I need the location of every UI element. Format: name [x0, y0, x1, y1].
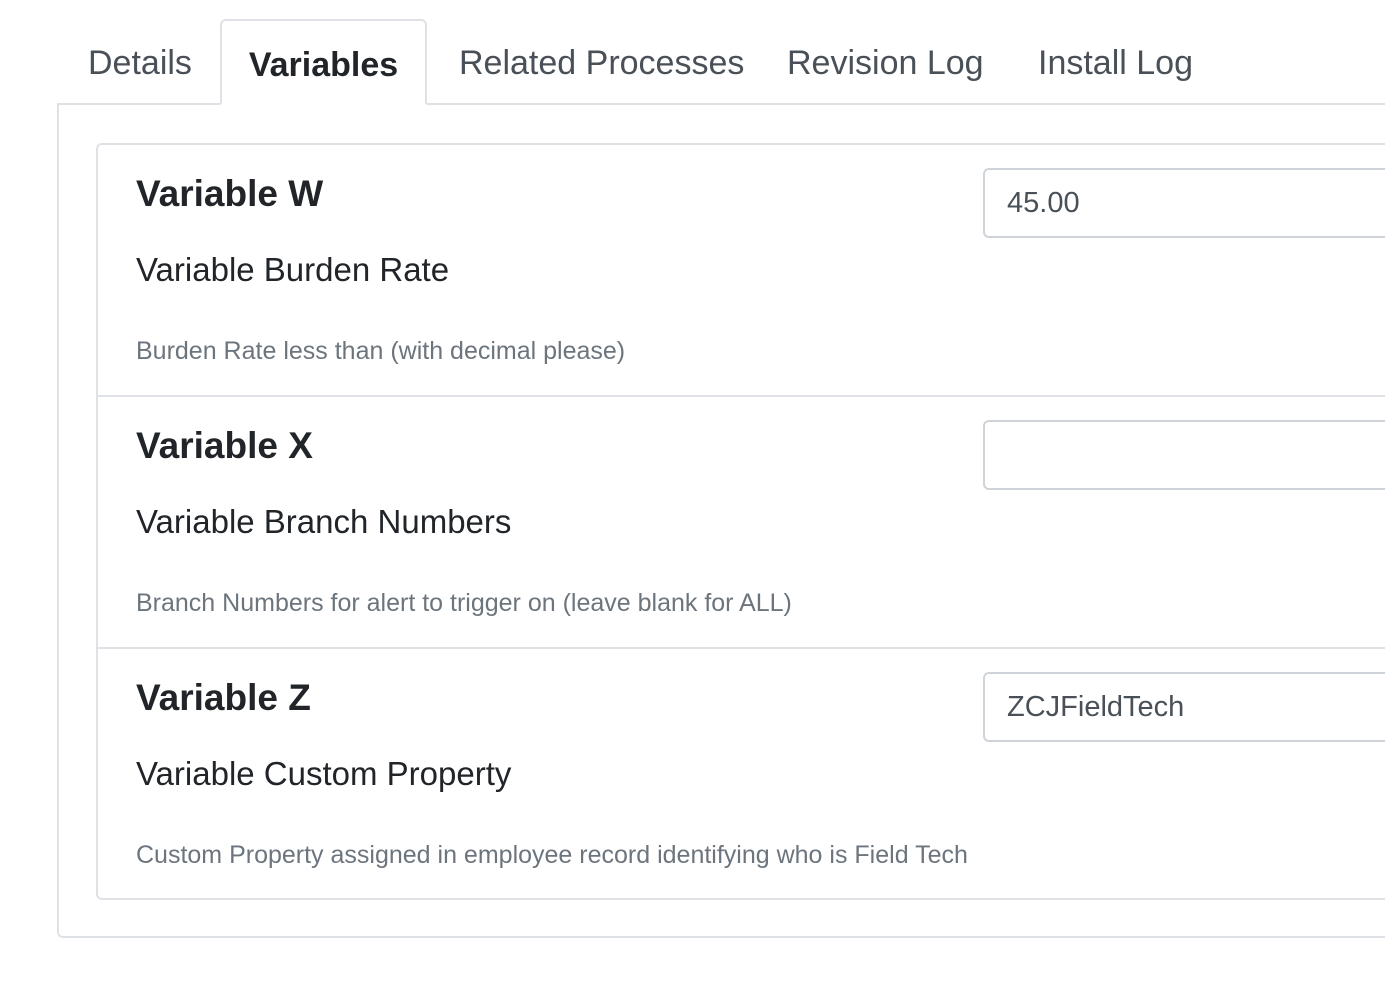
tab-related-processes[interactable]: Related Processes: [459, 19, 744, 103]
tab-bar: Details Variables Related Processes Revi…: [57, 19, 1385, 105]
variable-name: Variable Z: [136, 677, 311, 718]
tab-details[interactable]: Details: [88, 19, 192, 103]
variable-label: Variable Burden Rate: [136, 251, 450, 288]
variable-help-text: Custom Property assigned in employee rec…: [136, 841, 968, 869]
variables-list: Variable W Variable Burden Rate Burden R…: [96, 143, 1385, 900]
tab-install-log[interactable]: Install Log: [1038, 19, 1193, 103]
tab-revision-log[interactable]: Revision Log: [787, 19, 984, 103]
variable-item-w: Variable W Variable Burden Rate Burden R…: [98, 145, 1385, 397]
variable-name: Variable W: [136, 173, 324, 214]
variable-name: Variable X: [136, 425, 313, 466]
variable-w-input[interactable]: [983, 168, 1385, 238]
variable-help-text: Burden Rate less than (with decimal plea…: [136, 337, 626, 365]
variable-label: Variable Branch Numbers: [136, 503, 512, 540]
variable-z-input[interactable]: [983, 672, 1385, 742]
variable-item-z: Variable Z Variable Custom Property Cust…: [98, 647, 1385, 899]
variable-item-x: Variable X Variable Branch Numbers Branc…: [98, 395, 1385, 647]
variable-label: Variable Custom Property: [136, 755, 512, 792]
variable-x-input[interactable]: [983, 420, 1385, 490]
variable-help-text: Branch Numbers for alert to trigger on (…: [136, 589, 792, 617]
tab-variables[interactable]: Variables: [220, 19, 427, 105]
